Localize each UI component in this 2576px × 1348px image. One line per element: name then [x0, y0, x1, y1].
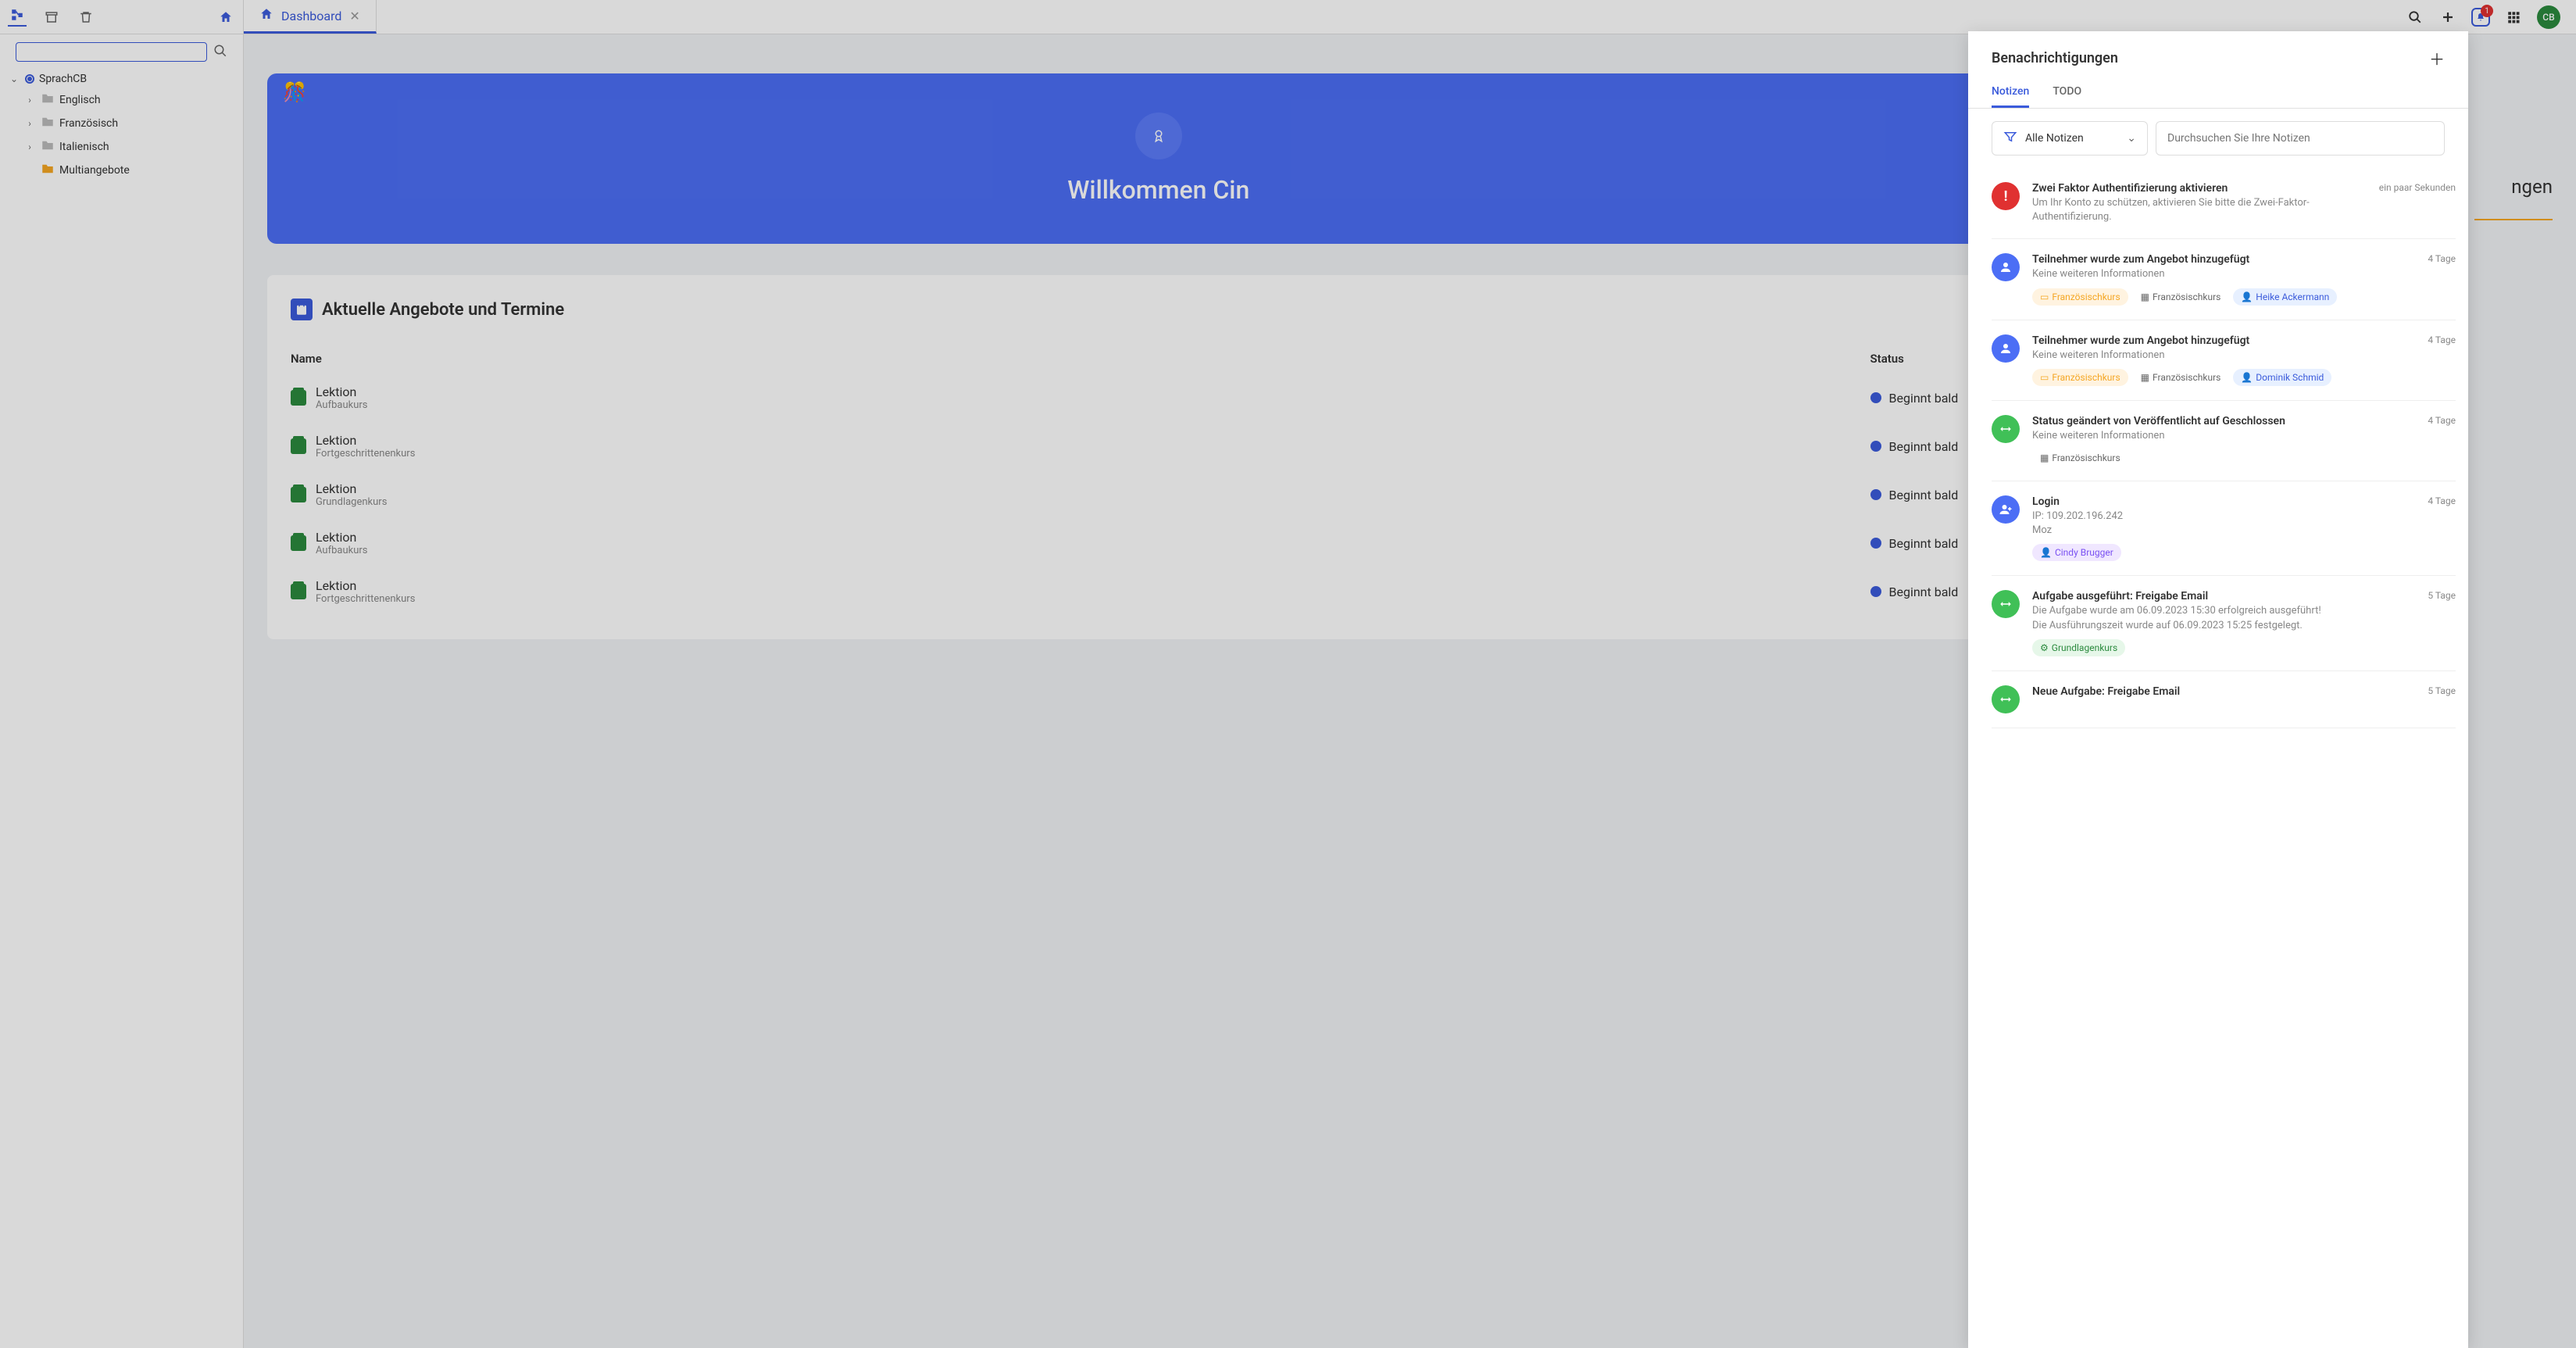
- notification-item[interactable]: Teilnehmer wurde zum Angebot hinzugefügt…: [1992, 320, 2456, 401]
- notification-description: IP: 109.202.196.242Moz: [2032, 510, 2415, 538]
- notification-icon: [1992, 253, 2020, 281]
- notification-time: 4 Tage: [2428, 495, 2456, 561]
- tag[interactable]: 👤Cindy Brugger: [2032, 544, 2121, 561]
- tag-icon: 👤: [2241, 291, 2253, 302]
- notification-item[interactable]: Status geändert von Veröffentlicht auf G…: [1992, 401, 2456, 481]
- panel-title: Benachrichtigungen: [1992, 50, 2118, 66]
- tag-icon: 👤: [2241, 372, 2253, 383]
- tag-text: Heike Ackermann: [2256, 291, 2329, 302]
- notifications-panel: Benachrichtigungen ＋ Notizen TODO Alle N…: [1968, 31, 2468, 1348]
- filter-select[interactable]: Alle Notizen ⌄: [1992, 121, 2148, 156]
- notification-time: 4 Tage: [2428, 415, 2456, 467]
- filter-icon: [2003, 130, 2017, 147]
- notification-title: Teilnehmer wurde zum Angebot hinzugefügt: [2032, 253, 2415, 266]
- tag-icon: ▦: [2040, 452, 2049, 463]
- notification-description: Die Aufgabe wurde am 06.09.2023 15:30 er…: [2032, 604, 2415, 632]
- tag-text: Französischkurs: [2052, 452, 2120, 463]
- chevron-down-icon: ⌄: [2127, 132, 2136, 145]
- tag-text: Cindy Brugger: [2055, 547, 2113, 558]
- tag[interactable]: ▦ Französischkurs: [2133, 369, 2229, 386]
- tag-icon: ▭: [2040, 291, 2049, 302]
- notification-description: Keine weiteren Informationen: [2032, 349, 2415, 363]
- notification-time: 4 Tage: [2428, 334, 2456, 386]
- notification-time: 5 Tage: [2428, 685, 2456, 713]
- notification-list[interactable]: ! Zwei Faktor Authentifizierung aktiviere…: [1968, 168, 2468, 1348]
- tag-text: Französischkurs: [2153, 291, 2221, 302]
- tag[interactable]: ▭Französischkurs: [2032, 288, 2128, 306]
- add-notification-button[interactable]: ＋: [2429, 47, 2445, 70]
- tag-icon: ▦: [2141, 291, 2149, 302]
- notification-description: Keine weiteren Informationen: [2032, 429, 2415, 443]
- tag[interactable]: ⚙Grundlagenkurs: [2032, 639, 2125, 656]
- notification-time: 4 Tage: [2428, 253, 2456, 305]
- notification-description: Um Ihr Konto zu schützen, aktivieren Sie…: [2032, 196, 2367, 224]
- notification-title: Status geändert von Veröffentlicht auf G…: [2032, 415, 2415, 427]
- notification-icon: [1992, 590, 2020, 618]
- notification-item[interactable]: Aufgabe ausgeführt: Freigabe Email Die Au…: [1992, 576, 2456, 670]
- tag-icon: ⚙: [2040, 642, 2049, 653]
- notification-time: ein paar Sekunden: [2379, 182, 2456, 224]
- tag-text: Dominik Schmid: [2256, 372, 2324, 383]
- notification-item[interactable]: Neue Aufgabe: Freigabe Email 5 Tage: [1992, 671, 2456, 728]
- notification-icon: !: [1992, 182, 2020, 210]
- tag-text: Französischkurs: [2052, 291, 2120, 302]
- notification-description: Keine weiteren Informationen: [2032, 267, 2415, 281]
- notification-search-input[interactable]: [2156, 121, 2445, 156]
- tag[interactable]: 👤Heike Ackermann: [2233, 288, 2337, 306]
- tag[interactable]: 👤Dominik Schmid: [2233, 369, 2331, 386]
- tag-text: Grundlagenkurs: [2052, 642, 2117, 653]
- notification-item[interactable]: ! Zwei Faktor Authentifizierung aktiviere…: [1992, 168, 2456, 239]
- tag[interactable]: ▭Französischkurs: [2032, 369, 2128, 386]
- notification-title: Neue Aufgabe: Freigabe Email: [2032, 685, 2415, 698]
- notification-item[interactable]: Login IP: 109.202.196.242Moz 👤Cindy Brugge…: [1992, 481, 2456, 576]
- notification-title: Login: [2032, 495, 2415, 508]
- notification-time: 5 Tage: [2428, 590, 2456, 656]
- notification-icon: [1992, 415, 2020, 443]
- tag-icon: ▭: [2040, 372, 2049, 383]
- notification-title: Zwei Faktor Authentifizierung aktivieren: [2032, 182, 2367, 195]
- tag-text: Französischkurs: [2153, 372, 2221, 383]
- notification-icon: [1992, 685, 2020, 713]
- notification-icon: [1992, 334, 2020, 363]
- tag-icon: ▦: [2141, 372, 2149, 383]
- notification-title: Aufgabe ausgeführt: Freigabe Email: [2032, 590, 2415, 602]
- notification-item[interactable]: Teilnehmer wurde zum Angebot hinzugefügt…: [1992, 239, 2456, 320]
- notification-title: Teilnehmer wurde zum Angebot hinzugefügt: [2032, 334, 2415, 347]
- tag[interactable]: ▦Französischkurs: [2032, 449, 2128, 467]
- tag-icon: 👤: [2040, 547, 2052, 558]
- filter-label: Alle Notizen: [2025, 132, 2084, 145]
- tab-todo[interactable]: TODO: [2053, 77, 2081, 108]
- notification-icon: [1992, 495, 2020, 524]
- tab-notizen[interactable]: Notizen: [1992, 77, 2029, 108]
- tag-text: Französischkurs: [2052, 372, 2120, 383]
- tag[interactable]: ▦ Französischkurs: [2133, 288, 2229, 306]
